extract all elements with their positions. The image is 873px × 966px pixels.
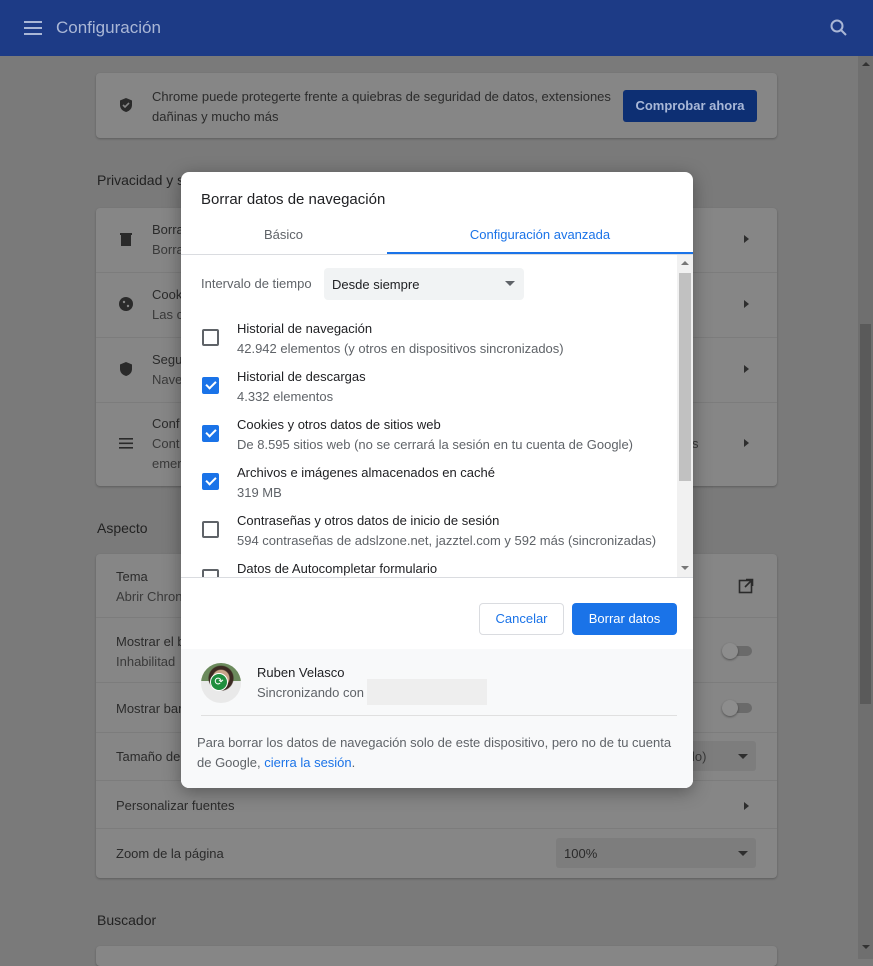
options-list: Intervalo de tiempo Desde siempre Histor…: [181, 255, 693, 577]
option-title: Historial de descargas: [237, 369, 366, 384]
option-detail: De 8.595 sitios web (no se cerrará la se…: [237, 437, 634, 452]
customize-fonts-title: Personalizar fuentes: [116, 798, 235, 813]
privacy-row-title-4: Conf: [152, 416, 180, 431]
scroll-down-icon[interactable]: [681, 566, 689, 570]
privacy-row-sub-2: Las c: [152, 307, 184, 322]
safety-text-line2: dañinas y mucho más: [152, 109, 279, 124]
option-title: Cookies y otros datos de sitios web: [237, 417, 441, 432]
page-scrollbar[interactable]: [858, 56, 873, 959]
note-end: .: [351, 755, 356, 770]
tab-advanced[interactable]: Configuración avanzada: [387, 227, 693, 242]
list-divider: [181, 577, 693, 578]
option-detail: 319 MB: [237, 485, 282, 500]
privacy-row-title-1: Borra: [152, 222, 184, 237]
clear-data-button[interactable]: Borrar datos: [572, 603, 677, 635]
time-range-value: Desde siempre: [332, 277, 420, 292]
dialog-title: Borrar datos de navegación: [201, 191, 386, 208]
chevron-right-icon: [744, 365, 749, 373]
page-zoom-value: 100%: [564, 846, 598, 861]
menu-icon[interactable]: [24, 19, 42, 37]
trash-icon: [120, 233, 132, 246]
home-button-sub: Inhabilitad: [116, 654, 176, 669]
security-shield-icon: [120, 362, 132, 376]
checkbox-checked[interactable]: [202, 473, 219, 490]
checkbox[interactable]: [202, 569, 219, 577]
privacy-row-title-3: Segu: [152, 352, 183, 367]
dialog-footer: ⟳ Ruben Velasco Sincronizando con Para b…: [181, 649, 693, 788]
search-icon[interactable]: [829, 18, 849, 38]
page-scroll-thumb[interactable]: [860, 324, 871, 704]
sign-out-note: Para borrar los datos de navegación solo…: [197, 733, 677, 773]
bookmarks-bar-title: Mostrar bar: [116, 701, 183, 716]
dialog-scroll-thumb[interactable]: [679, 273, 691, 481]
open-external-icon: [738, 578, 754, 594]
tune-icon: [119, 438, 133, 449]
sync-status: Sincronizando con: [257, 685, 364, 700]
user-name: Ruben Velasco: [257, 665, 345, 680]
privacy-row-title-2: Cook: [152, 287, 183, 302]
option-passwords[interactable]: Contraseñas y otros datos de inicio de s…: [181, 508, 676, 556]
option-title: Datos de Autocompletar formulario: [237, 561, 438, 576]
privacy-section-title: Privacidad y s: [97, 172, 185, 188]
option-download-history[interactable]: Historial de descargas 4.332 elementos: [181, 364, 676, 412]
scroll-up-icon[interactable]: [681, 261, 689, 265]
home-button-toggle: [722, 643, 752, 659]
scroll-down-icon[interactable]: [862, 945, 870, 949]
shield-icon: [120, 98, 132, 112]
option-browsing-history[interactable]: Historial de navegación 42.942 elementos…: [181, 316, 676, 364]
option-title: Historial de navegación: [237, 321, 373, 336]
option-detail: 42.942 elementos (y otros en dispositivo…: [237, 341, 564, 356]
search-engine-section-title: Buscador: [97, 912, 157, 928]
page-title: Configuración: [56, 18, 161, 37]
scroll-up-icon[interactable]: [862, 62, 870, 66]
chevron-right-icon: [744, 439, 749, 447]
footer-divider: [201, 715, 677, 716]
chevron-right-icon: [744, 300, 749, 308]
redacted-email: [367, 679, 487, 705]
checkbox[interactable]: [202, 329, 219, 346]
top-app-bar: Configuración: [0, 0, 873, 56]
cookie-icon: [119, 297, 133, 311]
font-size-title: Tamaño de: [116, 749, 181, 764]
theme-sub: Abrir Chron: [116, 589, 183, 604]
checkbox-checked[interactable]: [202, 377, 219, 394]
tab-basic[interactable]: Básico: [181, 227, 386, 242]
safety-check-card: Chrome puede protegerte frente a quiebra…: [96, 73, 777, 138]
sync-icon: ⟳: [210, 673, 228, 691]
chevron-right-icon: [744, 235, 749, 243]
search-engine-card: [96, 946, 777, 966]
font-size-fragment: lo): [692, 749, 707, 764]
safety-text-line1: Chrome puede protegerte frente a quiebra…: [152, 89, 611, 104]
option-title: Archivos e imágenes almacenados en caché: [237, 465, 495, 480]
page-zoom-caret-icon: [738, 851, 748, 856]
home-button-title: Mostrar el b: [116, 634, 185, 649]
privacy-row-sub-4b: emer: [152, 456, 182, 471]
bookmarks-bar-toggle: [722, 700, 752, 716]
checkbox-checked[interactable]: [202, 425, 219, 442]
dropdown-caret-icon: [505, 281, 515, 286]
font-size-caret-icon: [738, 754, 748, 759]
chevron-right-icon: [744, 802, 749, 810]
privacy-row-sub-3: Nave: [152, 372, 183, 387]
time-range-select[interactable]: Desde siempre: [324, 268, 524, 300]
dialog-scrollbar[interactable]: [677, 255, 693, 577]
sign-out-link[interactable]: cierra la sesión: [264, 755, 351, 770]
clear-browsing-data-dialog: Borrar datos de navegación Básico Config…: [181, 172, 693, 788]
appearance-section-title: Aspecto: [97, 520, 148, 536]
theme-title: Tema: [116, 569, 148, 584]
page-zoom-title: Zoom de la página: [116, 846, 224, 861]
option-detail: 594 contraseñas de adslzone.net, jazztel…: [237, 533, 657, 548]
checkbox[interactable]: [202, 521, 219, 538]
check-now-button[interactable]: Comprobar ahora: [623, 90, 757, 122]
option-title: Contraseñas y otros datos de inicio de s…: [237, 513, 500, 528]
privacy-row-sub-1: Borra: [152, 242, 184, 257]
option-cookies[interactable]: Cookies y otros datos de sitios web De 8…: [181, 412, 676, 460]
privacy-row-sub-4: Cont: [152, 436, 180, 451]
option-autofill[interactable]: Datos de Autocompletar formulario: [181, 556, 676, 577]
cancel-button[interactable]: Cancelar: [479, 603, 564, 635]
option-detail: 4.332 elementos: [237, 389, 334, 404]
option-cache[interactable]: Archivos e imágenes almacenados en caché…: [181, 460, 676, 508]
time-range-label: Intervalo de tiempo: [201, 276, 312, 291]
